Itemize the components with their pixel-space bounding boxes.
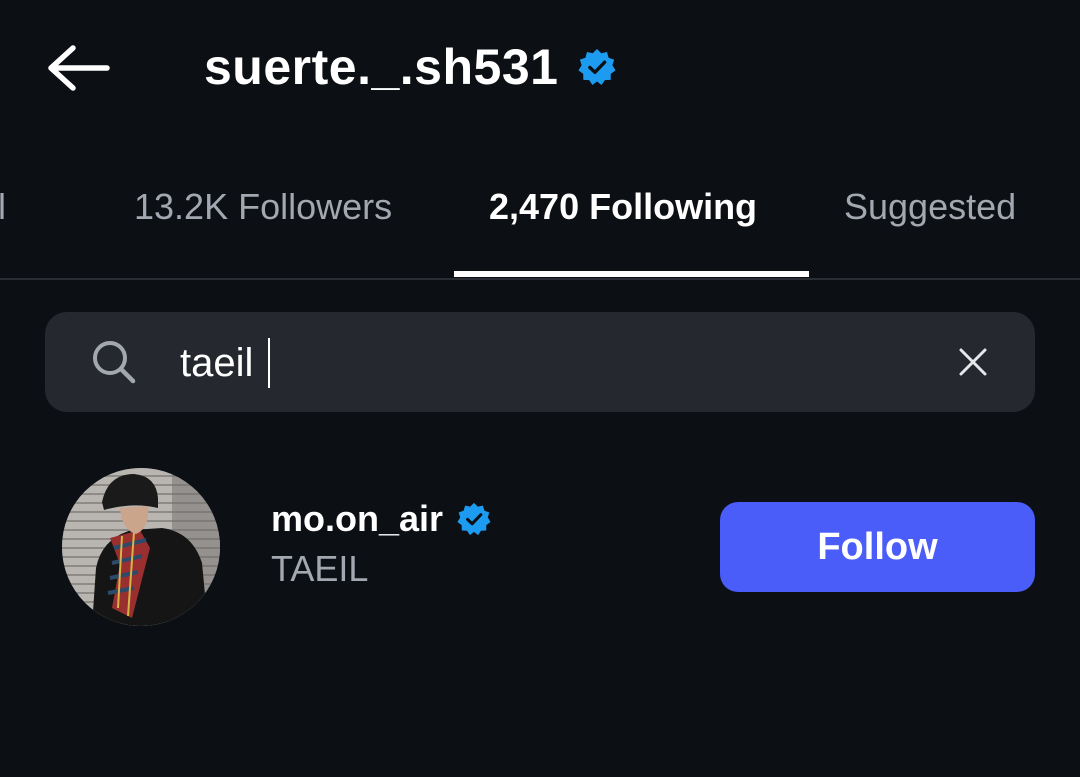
result-full-name: TAEIL	[271, 548, 369, 589]
verified-badge-icon	[457, 502, 491, 536]
clear-search-button[interactable]	[948, 337, 998, 387]
back-button[interactable]	[40, 36, 116, 100]
avatar[interactable]	[62, 468, 220, 626]
tab-suggested[interactable]: Suggested	[844, 186, 1016, 228]
follow-button[interactable]: Follow	[720, 502, 1035, 592]
active-tab-indicator	[454, 271, 809, 277]
tab-followers[interactable]: 13.2K Followers	[134, 186, 392, 228]
tab-suggested-label: Suggested	[844, 186, 1017, 227]
tab-mutual[interactable]: tual	[0, 186, 6, 228]
top-bar: suerte._.sh531	[0, 0, 1080, 135]
search-input[interactable]	[180, 333, 880, 393]
result-username[interactable]: mo.on_air	[271, 498, 443, 540]
profile-title-group: suerte._.sh531	[204, 30, 616, 104]
text-caret	[268, 338, 270, 388]
tab-followers-label: 13.2K Followers	[134, 186, 393, 227]
arrow-left-icon	[48, 45, 110, 91]
follow-tabs: tual 13.2K Followers 2,470 Following Sug…	[0, 150, 1080, 280]
tab-mutual-label: tual	[0, 186, 7, 227]
tab-following-label: 2,470 Following	[489, 186, 758, 227]
verified-badge-icon	[578, 48, 616, 86]
search-icon	[90, 338, 138, 386]
tab-following[interactable]: 2,470 Following	[489, 186, 757, 228]
close-icon	[959, 348, 987, 376]
page-title: suerte._.sh531	[204, 39, 559, 95]
result-username-group[interactable]: mo.on_air	[271, 496, 491, 542]
